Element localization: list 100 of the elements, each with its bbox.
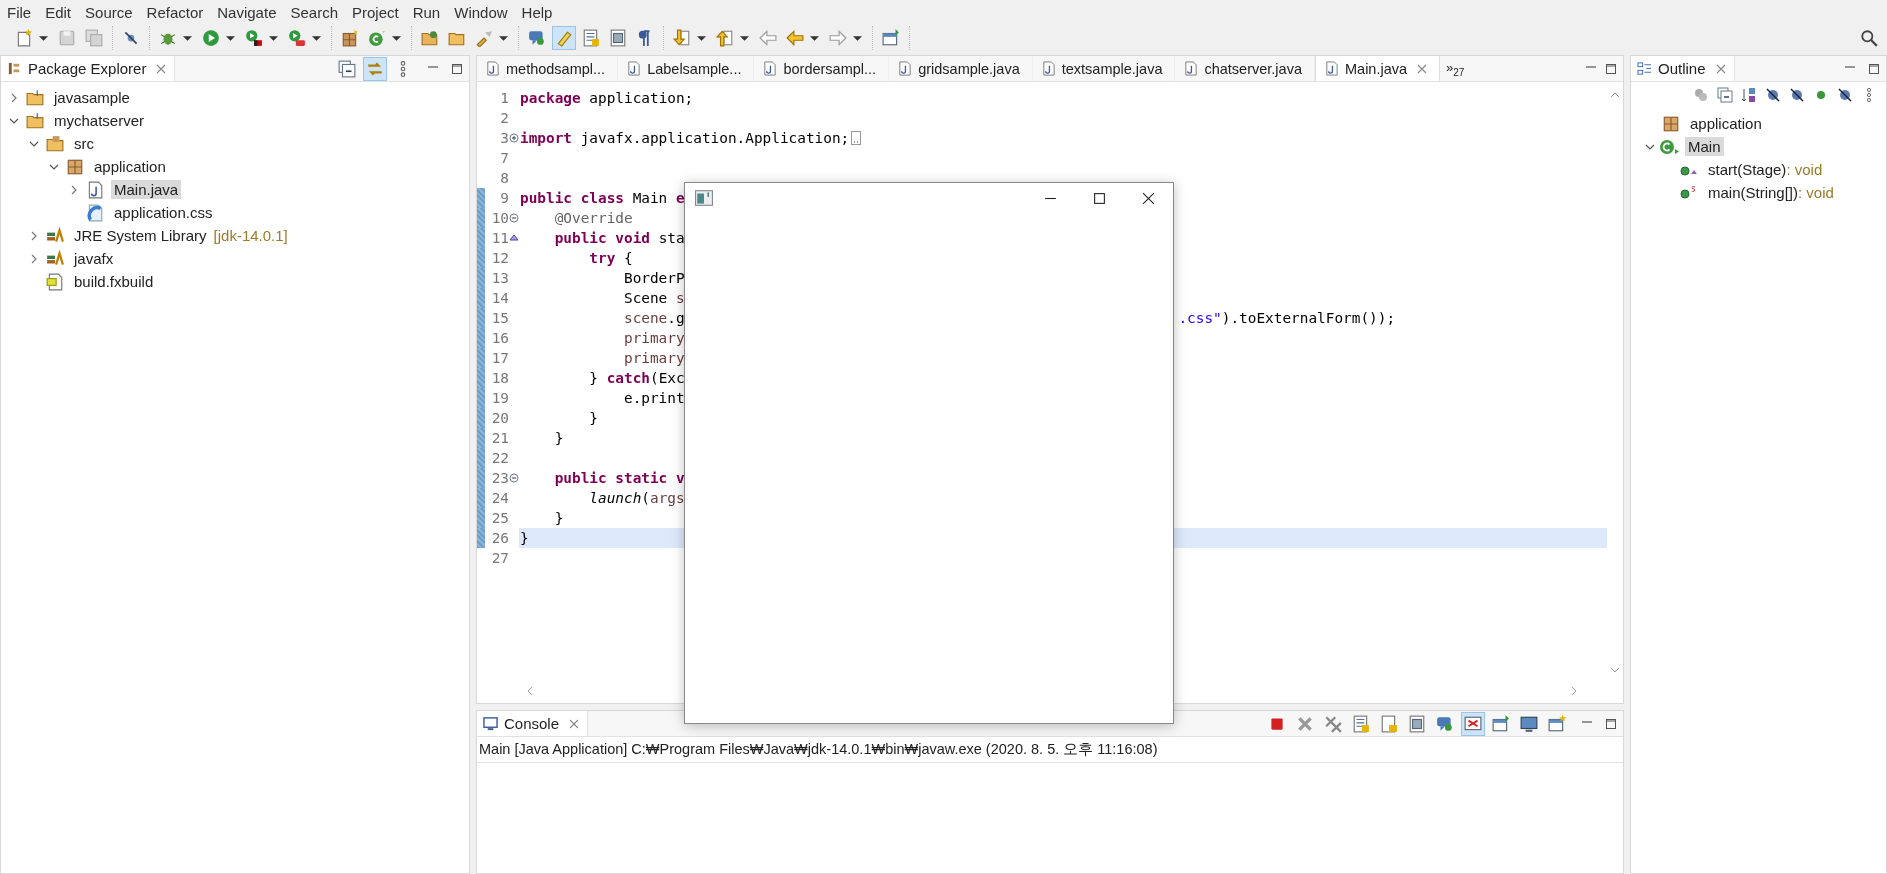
editor-tab[interactable]: Labelsample...: [618, 56, 755, 81]
dropdown-arrow-icon[interactable]: [39, 33, 48, 43]
line-number: 26: [490, 530, 509, 546]
expand-chevron-icon[interactable]: [69, 184, 79, 195]
java-file-icon: [762, 61, 778, 76]
editor-tab[interactable]: Main.java: [1315, 56, 1441, 81]
code-line: public void sta: [553, 230, 685, 246]
code-line: e.print: [622, 390, 685, 406]
line-number: 27: [490, 550, 509, 566]
code-line: }: [588, 410, 598, 426]
editor-tab[interactable]: gridsample.java: [889, 56, 1033, 81]
dropdown-arrow-icon[interactable]: [697, 33, 706, 43]
code-line: import javafx.application.Application;: [520, 130, 850, 146]
line-number: 12: [490, 250, 509, 266]
maximize-icon[interactable]: [1868, 62, 1880, 75]
dropdown-arrow-icon[interactable]: [740, 33, 749, 43]
code-line: @Override: [553, 210, 633, 226]
tree-item[interactable]: mychatserver: [51, 111, 148, 130]
maximize-icon[interactable]: [1093, 191, 1106, 205]
menu-item[interactable]: File: [0, 3, 39, 21]
tree-item[interactable]: JRE System Library: [71, 226, 210, 245]
menu-item[interactable]: Help: [514, 3, 560, 21]
line-number: 11: [490, 230, 509, 246]
java-file-icon: [897, 61, 913, 76]
dropdown-arrow-icon[interactable]: [810, 33, 819, 43]
dropdown-arrow-icon[interactable]: [312, 33, 321, 43]
line-number: 17: [490, 350, 509, 366]
collapse-fold-icon[interactable]: [509, 213, 519, 223]
line-number: 7: [499, 150, 509, 166]
line-number: 19: [490, 390, 509, 406]
line-number: 2: [499, 110, 509, 126]
line-number: 15: [490, 310, 509, 326]
maximize-icon[interactable]: [1605, 717, 1617, 730]
expand-chevron-icon[interactable]: [9, 92, 19, 103]
dropdown-arrow-icon[interactable]: [392, 33, 401, 43]
editor-tab[interactable]: textsample.java: [1032, 56, 1176, 81]
menu-item[interactable]: Navigate: [210, 3, 284, 21]
tree-item[interactable]: src: [71, 134, 97, 153]
expand-fold-icon[interactable]: [509, 133, 519, 143]
menu-item[interactable]: Refactor: [139, 3, 211, 21]
package-explorer-icon: [7, 61, 22, 76]
tree-item[interactable]: Main.java: [111, 180, 182, 199]
outline-item[interactable]: application: [1687, 114, 1765, 133]
code-line: primary: [622, 330, 685, 346]
line-number: 1: [499, 90, 509, 106]
collapse-fold-icon[interactable]: [509, 473, 519, 483]
tree-item[interactable]: javafx: [71, 249, 117, 268]
code-line: }: [520, 530, 529, 546]
outline-item[interactable]: Main: [1685, 137, 1724, 156]
code-line: } catch(Exc: [588, 370, 685, 386]
view-tab[interactable]: Package Explorer: [1, 56, 176, 81]
more-tabs-button[interactable]: »$_{27}$: [1440, 59, 1471, 78]
expand-chevron-icon[interactable]: [29, 253, 39, 264]
code-line: launch(args: [588, 490, 685, 506]
expand-chevron-icon[interactable]: [29, 230, 39, 241]
folded-code-icon[interactable]: [851, 131, 862, 145]
menu-item[interactable]: Run: [405, 3, 448, 21]
line-number: 22: [490, 450, 509, 466]
code-line: public class Main e: [520, 190, 685, 206]
tree-item[interactable]: build.fxbuild: [71, 272, 157, 291]
dropdown-arrow-icon[interactable]: [183, 33, 192, 43]
dropdown-arrow-icon[interactable]: [499, 33, 508, 43]
tree-item[interactable]: javasample: [51, 88, 133, 107]
maximize-icon[interactable]: [451, 62, 463, 75]
code-line: public static v: [553, 470, 685, 486]
menu-item[interactable]: Project: [345, 3, 406, 21]
dropdown-arrow-icon[interactable]: [226, 33, 235, 43]
outline-list-icon: [1637, 61, 1652, 76]
line-number: 14: [490, 290, 509, 306]
view-tab[interactable]: Outline: [1631, 56, 1735, 81]
editor-tab[interactable]: chatserver.java: [1175, 56, 1315, 81]
code-line: scene.g: [622, 310, 685, 326]
code-line: try {: [588, 250, 633, 266]
menu-item[interactable]: Source: [78, 3, 140, 21]
line-number: 21: [490, 430, 509, 446]
dropdown-arrow-icon[interactable]: [853, 33, 862, 43]
view-tab[interactable]: Console: [477, 711, 589, 736]
console-description: Main [Java Application] C:₩Program Files₩Java₩jdk-14.0.1₩bin₩javaw.exe (2020. 8. 5. 오후 11:16:08): [477, 737, 1623, 763]
override-marker-icon[interactable]: [509, 233, 519, 243]
highlighter-icon[interactable]: [552, 26, 576, 50]
line-number: 3: [499, 130, 509, 146]
tree-item[interactable]: application.css: [111, 203, 216, 222]
outline-item[interactable]: start(Stage): void: [1705, 160, 1826, 179]
class-icon: [1659, 138, 1681, 155]
menu-item[interactable]: Edit: [38, 3, 79, 21]
editor-tab[interactable]: bordersampl...: [754, 56, 890, 81]
menu-item[interactable]: Window: [447, 3, 515, 21]
code-line: .css").toExternalForm());: [1178, 310, 1396, 326]
code-line: primary: [622, 350, 685, 366]
pin-screen-icon[interactable]: [1461, 711, 1485, 736]
maximize-icon[interactable]: [1605, 62, 1617, 75]
collapse-all-icon[interactable]: [1714, 84, 1736, 106]
tree-item[interactable]: application: [91, 157, 169, 176]
outline-item[interactable]: main(String[]): void: [1705, 183, 1837, 202]
close-icon[interactable]: [1142, 191, 1155, 205]
dropdown-arrow-icon[interactable]: [269, 33, 278, 43]
menu-item[interactable]: Search: [283, 3, 345, 21]
link-arrows-icon[interactable]: [363, 56, 387, 81]
editor-tab[interactable]: methodsampl...: [477, 56, 619, 81]
code-line: }: [553, 510, 564, 526]
